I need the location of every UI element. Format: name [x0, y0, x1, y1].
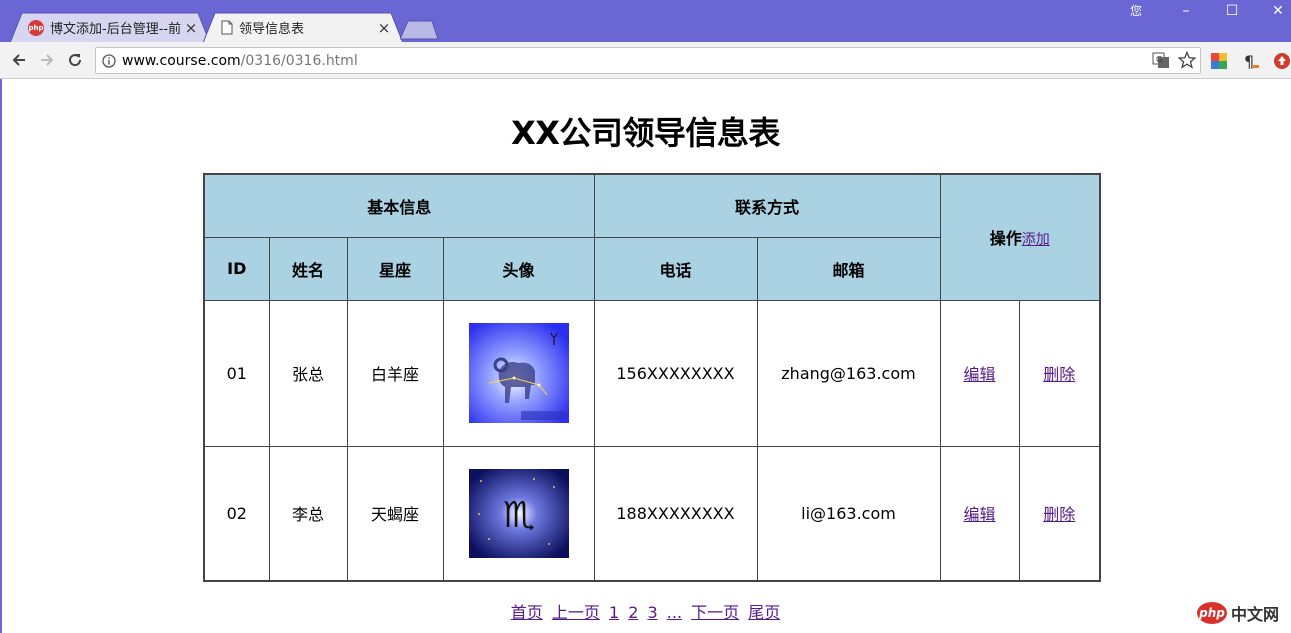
delete-link[interactable]: 删除	[1043, 505, 1075, 524]
edit-link[interactable]: 编辑	[963, 505, 995, 524]
cell-edit: 编辑	[939, 299, 1020, 447]
brand-text: 中文网	[1231, 605, 1280, 624]
info-icon[interactable]	[96, 53, 122, 68]
tab-close-button[interactable]: ×	[182, 19, 200, 37]
forward-button[interactable]	[36, 49, 58, 71]
back-button[interactable]	[8, 49, 30, 71]
php-cn-watermark: php 中文网	[1197, 600, 1279, 626]
svg-text:♏: ♏	[502, 495, 534, 536]
star-icon[interactable]	[1178, 51, 1196, 69]
page-link-2[interactable]: 2	[628, 603, 638, 622]
cell-email: li@163.com	[756, 445, 941, 582]
page-title: XX公司领导信息表	[511, 114, 780, 152]
cell-delete: 删除	[1018, 445, 1101, 582]
reload-icon	[69, 54, 82, 67]
action-header: 操作添加	[939, 173, 1101, 301]
cell-email: zhang@163.com	[756, 299, 941, 447]
cell-name: 张总	[268, 299, 348, 447]
tab-title: 博文添加-后台管理--前台	[50, 22, 182, 37]
php-icon: php	[28, 19, 44, 36]
cell-edit: 编辑	[939, 445, 1020, 582]
tab-close-button[interactable]: ×	[375, 19, 393, 37]
maximize-button[interactable]: ☐	[1209, 0, 1255, 22]
basic-info-header: 基本信息	[203, 173, 595, 238]
delete-link[interactable]: 删除	[1043, 365, 1075, 384]
col-header-phone: 电话	[593, 236, 758, 301]
new-tab-button[interactable]	[400, 20, 440, 40]
col-header-sign: 星座	[346, 236, 444, 301]
cell-avatar	[442, 299, 595, 447]
first-page-link[interactable]: 首页	[511, 603, 543, 622]
page-icon	[221, 20, 233, 35]
next-page-link[interactable]: 下一页	[691, 603, 739, 622]
table-row: 01 张总 白羊座 156XXXXXXXX zhang@163.com 编辑 删…	[203, 299, 1101, 447]
extension-colors-icon[interactable]	[1210, 52, 1228, 70]
cell-id: 01	[203, 299, 270, 447]
url-host: www.course.com	[122, 52, 241, 69]
cell-sign: 天蝎座	[346, 445, 444, 582]
tab-leader-info[interactable]: 领导信息表 ×	[203, 12, 403, 43]
group-header-row: 基本信息 联系方式 操作添加	[203, 173, 1101, 301]
tab-blog-admin[interactable]: php 博文添加-后台管理--前台 ×	[10, 12, 210, 43]
action-label: 操作	[989, 229, 1022, 249]
prev-page-link[interactable]: 上一页	[552, 603, 600, 622]
contact-header: 联系方式	[593, 173, 941, 238]
svg-text:¶: ¶	[1244, 52, 1254, 70]
translate-icon[interactable]: G	[1152, 51, 1170, 69]
last-page-link[interactable]: 尾页	[748, 603, 780, 622]
leader-info-table: 基本信息 联系方式 操作添加 ID 姓名 星座 头像 电话 邮箱 01 张总 白…	[203, 173, 1101, 582]
window-close-button[interactable]: ✕	[1255, 0, 1291, 22]
cell-avatar: ♏	[442, 445, 595, 582]
upload-extension-icon[interactable]	[1273, 52, 1291, 70]
table-row: 02 李总 天蝎座 ♏ 188XXXXXXXX li@163.com 编辑 删除	[203, 445, 1101, 582]
aries-icon	[468, 323, 569, 423]
svg-text:G: G	[1156, 55, 1162, 64]
cell-sign: 白羊座	[346, 299, 444, 447]
arrow-left-icon	[12, 54, 25, 66]
add-link[interactable]: 添加	[1022, 232, 1050, 248]
profile-label[interactable]: 您	[1130, 2, 1142, 19]
cell-phone: 156XXXXXXXX	[593, 299, 758, 447]
col-header-avatar: 头像	[442, 236, 595, 301]
col-header-id: ID	[203, 236, 270, 301]
address-bar[interactable]: www.course.com/0316/0316.html G	[95, 47, 1201, 74]
page-ellipsis[interactable]: ...	[667, 603, 682, 622]
pagination: 首页 上一页 1 2 3 ... 下一页 尾页	[0, 599, 1291, 623]
reload-button[interactable]	[64, 49, 86, 71]
cell-phone: 188XXXXXXXX	[593, 445, 758, 582]
pilcrow-icon[interactable]: ¶	[1242, 52, 1260, 70]
tab-title: 领导信息表	[239, 22, 305, 37]
url-path: /0316/0316.html	[240, 52, 358, 69]
cell-delete: 删除	[1018, 299, 1101, 447]
browser-toolbar: www.course.com/0316/0316.html G ¶	[0, 42, 1291, 79]
page-link-3[interactable]: 3	[648, 603, 658, 622]
scorpio-icon: ♏	[468, 468, 569, 558]
col-header-email: 邮箱	[756, 236, 941, 301]
browser-titlebar: 您 – ☐ ✕ php 博文添加-后台管理--前台 × 领导信息表 ×	[0, 0, 1291, 43]
minimize-button[interactable]: –	[1163, 0, 1209, 22]
col-header-name: 姓名	[268, 236, 348, 301]
page-edge	[0, 79, 2, 633]
page-link-1[interactable]: 1	[609, 603, 619, 622]
php-logo-icon: php	[1197, 602, 1227, 624]
edit-link[interactable]: 编辑	[963, 365, 995, 384]
arrow-right-icon	[41, 54, 54, 66]
cell-id: 02	[203, 445, 270, 582]
cell-name: 李总	[268, 445, 348, 582]
